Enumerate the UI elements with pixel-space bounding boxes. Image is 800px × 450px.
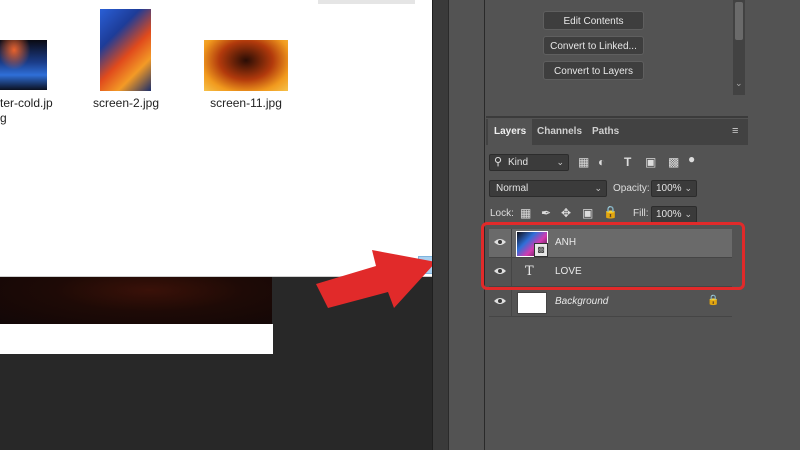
file-label-cold[interactable]: ter-cold.jp g [0,96,76,126]
panel-separator [486,116,748,118]
opacity-label: Opacity: [613,183,650,194]
lock-label: Lock: [490,208,514,219]
file-thumbnail-cold[interactable] [0,40,47,90]
chevron-down-icon: ⌄ [684,183,692,193]
chevron-down-icon[interactable]: ⌄ [735,78,743,88]
tab-channels[interactable]: Channels [531,119,588,145]
lock-image-pixels-icon[interactable]: ✒ [541,206,551,220]
properties-scrollbar[interactable]: ⌄ [733,0,745,95]
visibility-toggle[interactable] [489,288,512,316]
explorer-top-edge [318,0,415,4]
red-arrow-annotation [316,250,436,308]
panel-divider [432,0,449,450]
lock-transparent-pixels-icon[interactable]: ▦ [520,206,531,220]
fill-field[interactable]: 100% ⌄ [651,206,697,223]
image-filter-icon[interactable]: ▦ [578,155,589,169]
file-label-screen-11[interactable]: screen-11.jpg [204,96,288,111]
eye-icon [494,298,506,304]
blend-mode-value: Normal [496,183,529,194]
shape-filter-icon[interactable]: ▣ [645,155,656,169]
layers-panel-tabs: Layers Channels Paths ≡ [486,119,748,145]
type-filter-icon[interactable]: T [624,155,631,169]
file-thumbnail-screen-11[interactable] [204,40,288,91]
lock-position-icon[interactable]: ✥ [561,206,571,220]
file-explorer-window: ter-cold.jp g screen-2.jpg screen-11.jpg [0,0,444,277]
layer-name-background[interactable]: Background [555,296,608,307]
chevron-down-icon: ⌄ [684,209,692,219]
file-label-screen-2[interactable]: screen-2.jpg [86,96,166,111]
lock-icon: 🔒 [707,295,720,306]
chevron-down-icon: ⌄ [556,157,564,167]
red-highlight-annotation [481,222,745,290]
scrollbar-thumb[interactable] [735,2,743,40]
filter-kind-label: Kind [508,157,529,168]
lock-all-icon[interactable]: 🔒 [603,205,618,219]
smart-object-filter-icon[interactable]: ▩ [668,155,679,169]
fill-value: 100% [656,209,682,220]
lock-artboard-icon[interactable]: ▣ [582,206,593,220]
fire-image-canvas [0,276,272,324]
tab-layers[interactable]: Layers [488,119,533,145]
search-icon: ⚲ [494,156,503,168]
chevron-down-icon: ⌄ [594,183,602,193]
filter-kind-dropdown[interactable]: ⚲ Kind ⌄ [489,154,569,171]
panel-menu-icon[interactable]: ≡ [732,126,742,137]
edit-contents-button[interactable]: Edit Contents [543,11,644,30]
tab-paths[interactable]: Paths [586,119,625,145]
opacity-field[interactable]: 100% ⌄ [651,180,697,197]
canvas-white-area [0,324,273,354]
filter-toggle-icon[interactable]: ● [688,152,695,166]
layer-row-background[interactable]: Background 🔒 [489,288,732,317]
fill-label: Fill: [633,208,649,219]
collapsed-panel-dock [448,0,485,450]
layer-thumbnail-background [517,292,547,314]
file-thumbnail-screen-2[interactable] [100,9,151,91]
blend-mode-dropdown[interactable]: Normal ⌄ [489,180,607,197]
opacity-value: 100% [656,183,682,194]
adjustment-filter-icon[interactable]: ◐ [598,155,605,169]
convert-to-linked-button[interactable]: Convert to Linked... [543,36,644,55]
convert-to-layers-button[interactable]: Convert to Layers [543,61,644,80]
